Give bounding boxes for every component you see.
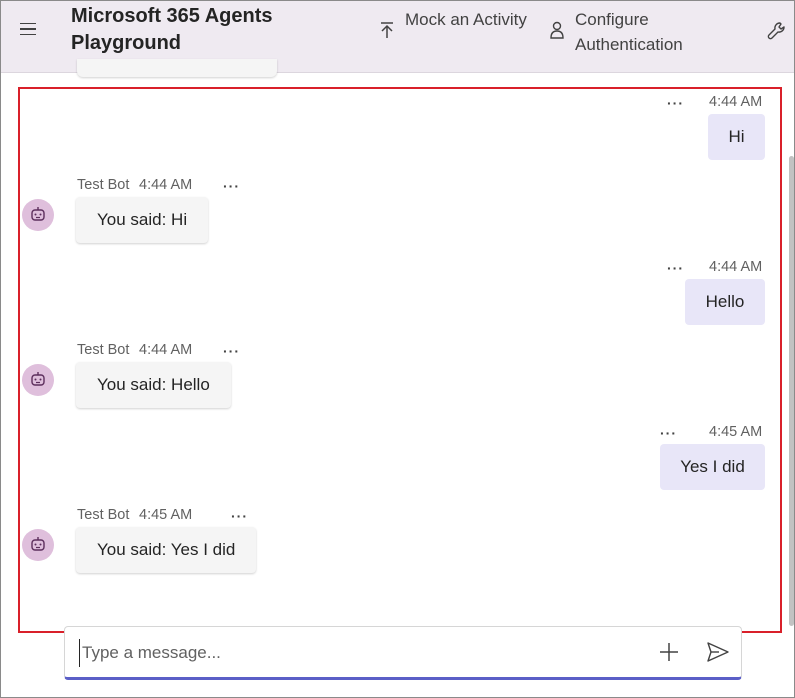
person-lock-icon	[550, 21, 564, 39]
chat-scrollbar[interactable]	[789, 156, 794, 626]
bot-name: Test Bot	[77, 342, 130, 358]
message-timestamp: 4:44 AM	[709, 259, 763, 275]
message-timestamp: 4:44 AM	[709, 94, 763, 110]
bot-name: Test Bot	[77, 177, 130, 193]
more-options-icon[interactable]: ···	[231, 509, 248, 523]
configure-authentication-label: Configure Authentication	[575, 10, 683, 54]
message-timestamp: 4:45 AM	[709, 424, 763, 440]
user-message-bubble: Hello	[685, 279, 765, 325]
bot-avatar	[22, 199, 54, 231]
hamburger-icon[interactable]	[20, 19, 40, 39]
mock-activity-label: Mock an Activity	[405, 10, 527, 29]
bot-message-bubble: You said: Hello	[76, 362, 231, 408]
bot-name: Test Bot	[77, 507, 130, 523]
bot-icon	[31, 207, 45, 221]
user-message-bubble: Hi	[708, 114, 765, 160]
compose-box	[64, 626, 742, 680]
message-timestamp: 4:44 AM	[139, 177, 193, 193]
wrench-icon[interactable]	[767, 21, 787, 41]
more-options-icon[interactable]: ···	[667, 96, 684, 110]
bot-icon	[31, 537, 45, 551]
bot-message-bubble: You said: Hi	[76, 197, 208, 243]
app-title: Microsoft 365 Agents Playground	[71, 5, 273, 54]
configure-authentication-button[interactable]: Configure Authentication	[549, 7, 705, 57]
upload-arrow-icon	[381, 22, 393, 38]
bot-avatar	[22, 364, 54, 396]
message-timestamp: 4:44 AM	[139, 342, 193, 358]
bot-message-bubble: You said: Yes I did	[76, 527, 256, 573]
more-options-icon[interactable]: ···	[667, 261, 684, 275]
more-options-icon[interactable]: ···	[223, 344, 240, 358]
user-message-bubble: Yes I did	[660, 444, 765, 490]
app-window: Microsoft 365 Agents Playground Mock an …	[0, 0, 795, 698]
more-options-icon[interactable]: ···	[223, 179, 240, 193]
bot-avatar	[22, 529, 54, 561]
message-timestamp: 4:45 AM	[139, 507, 193, 523]
more-options-icon[interactable]: ···	[660, 426, 677, 440]
previous-message-bubble	[77, 59, 277, 77]
mock-activity-button[interactable]: Mock an Activity	[379, 7, 535, 39]
bot-icon	[31, 372, 45, 386]
plus-icon[interactable]	[659, 642, 679, 662]
send-icon[interactable]	[707, 642, 729, 662]
message-input[interactable]	[79, 639, 639, 667]
